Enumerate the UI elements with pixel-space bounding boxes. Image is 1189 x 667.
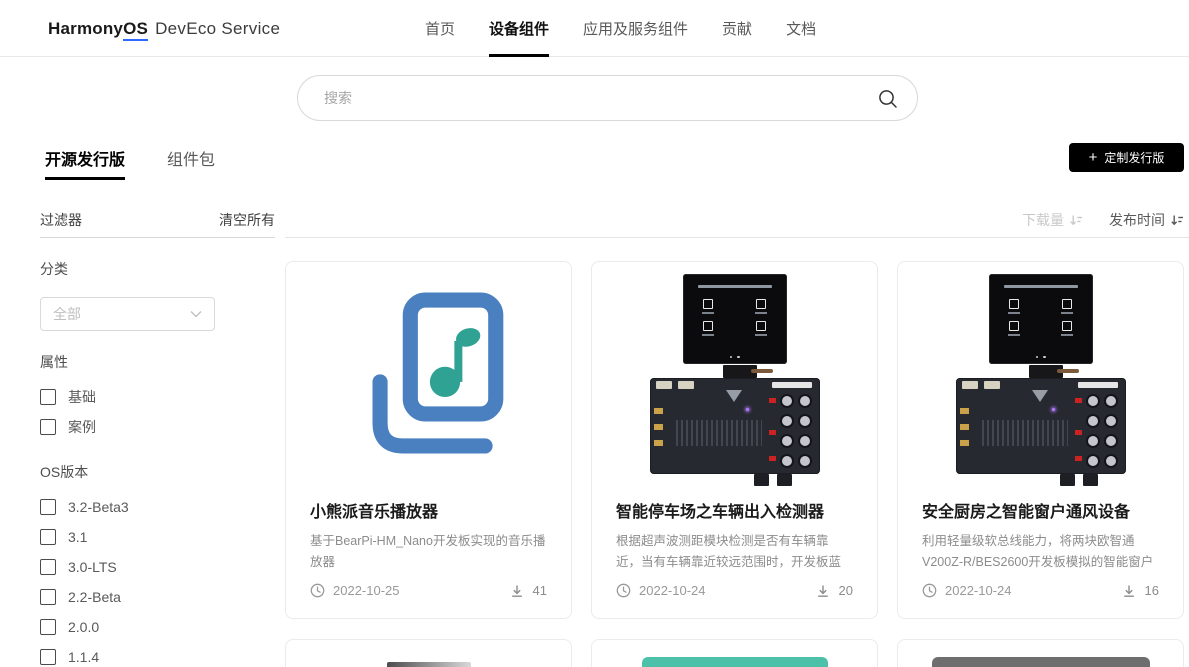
card-downloads: 16 bbox=[1122, 583, 1159, 598]
category-select[interactable]: 全部 bbox=[40, 297, 215, 331]
sidebar-divider bbox=[40, 237, 275, 238]
teal-board-photo bbox=[642, 657, 828, 667]
card-footer: 2022-10-25 41 bbox=[310, 583, 547, 598]
board-pcb bbox=[650, 378, 820, 474]
chevron-down-icon bbox=[190, 310, 202, 318]
card-title: 安全厨房之智能窗户通风设备 bbox=[922, 498, 1159, 522]
cards-row-1: 小熊派音乐播放器 基于BearPi-HM_Nano开发板实现的音乐播放器 202… bbox=[285, 261, 1189, 619]
checkbox-os-3-1[interactable]: 3.1 bbox=[40, 526, 275, 548]
card-footer: 2022-10-24 16 bbox=[922, 583, 1159, 598]
checkbox-os-3-2-beta3[interactable]: 3.2-Beta3 bbox=[40, 496, 275, 518]
checkbox-os-1-1-4[interactable]: 1.1.4 bbox=[40, 646, 275, 667]
top-header: HarmonyOS DevEco Service 首页 设备组件 应用及服务组件… bbox=[0, 0, 1189, 57]
nav-item-docs[interactable]: 文档 bbox=[786, 0, 816, 57]
logo-os-underlined: OS bbox=[123, 19, 148, 41]
category-label: 分类 bbox=[40, 259, 275, 279]
results-divider bbox=[285, 237, 1189, 238]
card-kitchen-ventilation[interactable]: 安全厨房之智能窗户通风设备 利用轻量级软总线能力，将两块欧智通V200Z-R/B… bbox=[897, 261, 1184, 619]
attribute-label: 属性 bbox=[40, 352, 275, 372]
logo-suffix: DevEco Service bbox=[155, 19, 280, 39]
card-partial-1[interactable] bbox=[285, 639, 572, 667]
clock-icon bbox=[310, 583, 325, 598]
harmonyos-logo[interactable]: HarmonyOS DevEco Service bbox=[48, 0, 280, 57]
sort-by-publish-time[interactable]: 发布时间 bbox=[1109, 210, 1184, 230]
checkbox-icon[interactable] bbox=[40, 559, 56, 575]
checkbox-icon[interactable] bbox=[40, 389, 56, 405]
card-image bbox=[286, 262, 571, 484]
release-tabs: 开源发行版 组件包 bbox=[45, 140, 1189, 180]
dev-board-photo bbox=[650, 274, 820, 486]
ribbon-cable bbox=[723, 365, 757, 378]
board-screen bbox=[683, 274, 787, 364]
checkbox-os-3-0-lts[interactable]: 3.0-LTS bbox=[40, 556, 275, 578]
search-icon[interactable] bbox=[877, 88, 899, 110]
card-partial-2[interactable] bbox=[591, 639, 878, 667]
clock-icon bbox=[616, 583, 631, 598]
card-partial-3[interactable] bbox=[897, 639, 1184, 667]
main-nav: 首页 设备组件 应用及服务组件 贡献 文档 bbox=[425, 0, 816, 57]
search-section bbox=[0, 57, 1189, 140]
search-input[interactable] bbox=[324, 90, 869, 106]
plus-icon: + bbox=[1089, 150, 1098, 165]
cards-row-2 bbox=[285, 639, 1189, 667]
card-description: 利用轻量级软总线能力，将两块欧智通V200Z-R/BES2600开发板模拟的智能… bbox=[922, 531, 1159, 573]
sort-icon bbox=[1069, 213, 1083, 227]
sort-icon bbox=[1170, 213, 1184, 227]
card-description: 根据超声波测距模块检测是否有车辆靠近，当有车辆靠近较远范围时，开发板蓝色LED灯… bbox=[616, 531, 853, 573]
download-icon bbox=[510, 584, 524, 598]
card-image bbox=[898, 262, 1183, 484]
release-tabs-row: 开源发行版 组件包 + 定制发行版 bbox=[0, 140, 1189, 180]
nav-item-app-service-components[interactable]: 应用及服务组件 bbox=[583, 0, 688, 57]
sort-by-downloads[interactable]: 下载量 bbox=[1022, 210, 1083, 230]
checkbox-icon[interactable] bbox=[40, 649, 56, 665]
card-title: 智能停车场之车辆出入检测器 bbox=[616, 498, 853, 522]
filter-title: 过滤器 bbox=[40, 210, 82, 230]
card-date: 2022-10-24 bbox=[922, 583, 1012, 598]
checkbox-icon[interactable] bbox=[40, 529, 56, 545]
card-title: 小熊派音乐播放器 bbox=[310, 498, 547, 522]
music-player-logo-icon bbox=[353, 284, 505, 462]
download-icon bbox=[816, 584, 830, 598]
custom-release-button[interactable]: + 定制发行版 bbox=[1069, 143, 1184, 172]
logo-brand: HarmonyOS bbox=[48, 19, 148, 39]
card-date: 2022-10-25 bbox=[310, 583, 400, 598]
card-footer: 2022-10-24 20 bbox=[616, 583, 853, 598]
nav-item-contribute[interactable]: 贡献 bbox=[722, 0, 752, 57]
card-date: 2022-10-24 bbox=[616, 583, 706, 598]
card-image bbox=[592, 262, 877, 484]
checkbox-icon[interactable] bbox=[40, 589, 56, 605]
main-area: 过滤器 清空所有 分类 全部 属性 基础 案例 OS版本 3.2-Beta3 3… bbox=[0, 180, 1189, 667]
os-version-label: OS版本 bbox=[40, 462, 275, 482]
clock-icon bbox=[922, 583, 937, 598]
category-selected-value: 全部 bbox=[53, 304, 81, 324]
card-downloads: 41 bbox=[510, 583, 547, 598]
board-pcb bbox=[956, 378, 1126, 474]
board-screen bbox=[989, 274, 1093, 364]
nav-item-device-components[interactable]: 设备组件 bbox=[489, 0, 549, 57]
checkbox-case[interactable]: 案例 bbox=[40, 416, 275, 438]
checkbox-icon[interactable] bbox=[40, 499, 56, 515]
card-parking-detector[interactable]: 智能停车场之车辆出入检测器 根据超声波测距模块检测是否有车辆靠近，当有车辆靠近较… bbox=[591, 261, 878, 619]
card-downloads: 20 bbox=[816, 583, 853, 598]
dev-board-photo bbox=[956, 274, 1126, 486]
tab-component-package[interactable]: 组件包 bbox=[167, 140, 215, 180]
gray-device-photo bbox=[387, 662, 471, 667]
download-icon bbox=[1122, 584, 1136, 598]
checkbox-os-2-2-beta[interactable]: 2.2-Beta bbox=[40, 586, 275, 608]
tab-open-source-release[interactable]: 开源发行版 bbox=[45, 140, 125, 180]
checkbox-icon[interactable] bbox=[40, 619, 56, 635]
card-music-player[interactable]: 小熊派音乐播放器 基于BearPi-HM_Nano开发板实现的音乐播放器 202… bbox=[285, 261, 572, 619]
card-description: 基于BearPi-HM_Nano开发板实现的音乐播放器 bbox=[310, 531, 547, 573]
checkbox-basic[interactable]: 基础 bbox=[40, 386, 275, 408]
nav-item-home[interactable]: 首页 bbox=[425, 0, 455, 57]
dark-board-photo bbox=[932, 657, 1150, 667]
clear-all-button[interactable]: 清空所有 bbox=[219, 210, 275, 230]
checkbox-icon[interactable] bbox=[40, 419, 56, 435]
search-bar bbox=[297, 75, 918, 121]
ribbon-cable bbox=[1029, 365, 1063, 378]
sort-controls: 下载量 发布时间 bbox=[285, 210, 1189, 230]
checkbox-os-2-0-0[interactable]: 2.0.0 bbox=[40, 616, 275, 638]
results-area: 下载量 发布时间 bbox=[285, 210, 1189, 667]
filter-sidebar: 过滤器 清空所有 分类 全部 属性 基础 案例 OS版本 3.2-Beta3 3… bbox=[40, 210, 275, 667]
